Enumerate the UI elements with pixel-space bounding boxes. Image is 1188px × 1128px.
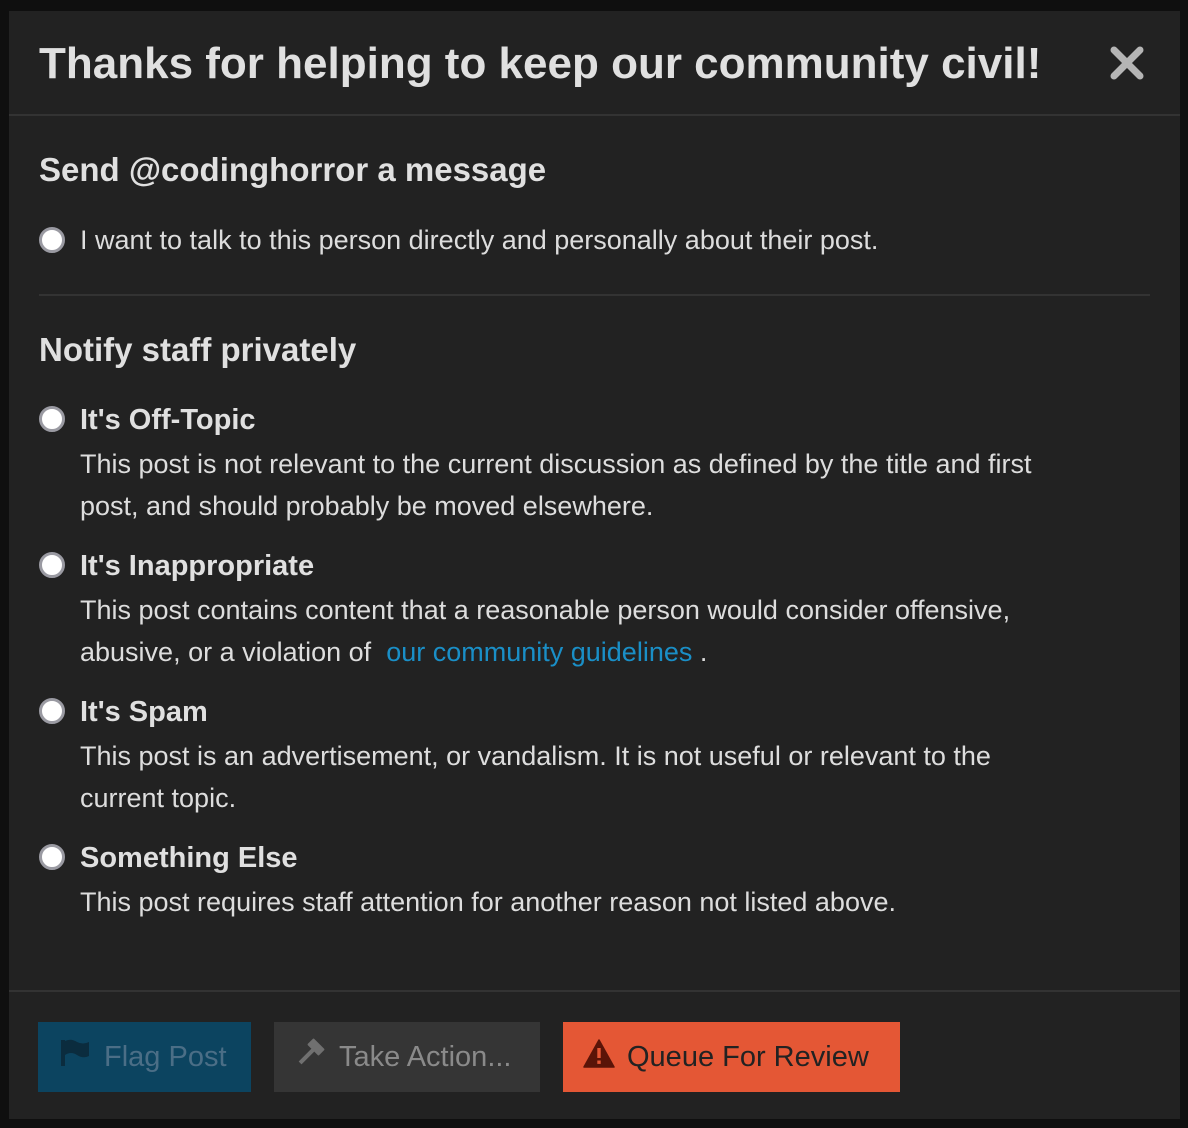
gavel-icon	[294, 1037, 326, 1077]
inappropriate-radio[interactable]	[39, 552, 65, 578]
off-topic-label: It's Off-Topic	[80, 404, 256, 436]
flag-icon	[60, 1039, 90, 1075]
something-else-description: This post requires staff attention for a…	[80, 887, 896, 917]
spam-description: This post is an advertisement, or vandal…	[80, 741, 991, 813]
inappropriate-description: This post contains content that a reason…	[80, 589, 1080, 673]
warning-icon	[583, 1038, 615, 1076]
staff-section-title: Notify staff privately	[39, 331, 357, 368]
flag-post-label: Flag Post	[104, 1040, 227, 1073]
take-action-button[interactable]: Take Action...	[274, 1022, 540, 1092]
take-action-label: Take Action...	[339, 1040, 512, 1073]
something-else-label: Something Else	[80, 842, 298, 874]
spam-radio[interactable]	[39, 698, 65, 724]
spam-label: It's Spam	[80, 696, 208, 728]
off-topic-radio[interactable]	[39, 406, 65, 432]
modal-footer: Flag Post Take Action... Queue For Revie…	[9, 990, 1180, 1119]
community-guidelines-link[interactable]: our community guidelines	[386, 637, 692, 667]
inappropriate-label: It's Inappropriate	[80, 550, 315, 582]
modal-header: Thanks for helping to keep our community…	[9, 11, 1180, 116]
close-icon[interactable]	[1107, 43, 1147, 83]
queue-for-review-button[interactable]: Queue For Review	[563, 1022, 900, 1092]
talk-directly-label: I want to talk to this person directly a…	[80, 225, 879, 255]
talk-directly-radio[interactable]	[39, 227, 65, 253]
off-topic-description: This post is not relevant to the current…	[80, 449, 1032, 521]
modal-title: Thanks for helping to keep our community…	[39, 39, 1042, 88]
flag-post-button[interactable]: Flag Post	[38, 1022, 251, 1092]
flag-modal: Thanks for helping to keep our community…	[9, 11, 1180, 1119]
inappropriate-description-end: .	[699, 637, 708, 667]
something-else-radio[interactable]	[39, 844, 65, 870]
queue-for-review-label: Queue For Review	[627, 1040, 869, 1073]
message-section-title: Send @codinghorror a message	[39, 151, 547, 188]
section-divider	[39, 294, 1150, 296]
